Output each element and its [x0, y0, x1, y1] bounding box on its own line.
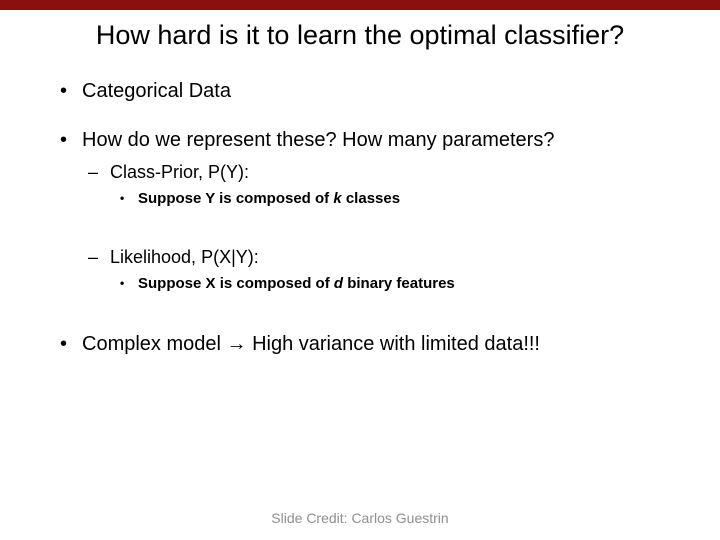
text-fragment: Suppose — [138, 275, 206, 292]
text-fragment: classes — [342, 190, 400, 207]
bold-x: X — [206, 275, 216, 292]
text-fragment: Suppose Y is composed of — [138, 190, 333, 207]
arrow-icon: → — [227, 333, 247, 355]
bullet-text: How do we represent these? How many para… — [82, 129, 554, 151]
italic-k: k — [333, 190, 341, 207]
sub-bullet-text: Likelihood, P(X|Y): — [110, 247, 259, 267]
slide-content: Categorical Data How do we represent the… — [0, 51, 720, 357]
sub-bullet-likelihood: Likelihood, P(X|Y): Suppose X is compose… — [82, 246, 664, 293]
subsub-bullet-list: Suppose Y is composed of k classes — [110, 190, 664, 209]
slide-title: How hard is it to learn the optimal clas… — [0, 20, 720, 51]
bullet-list: Categorical Data How do we represent the… — [56, 79, 664, 357]
subsub-bullet-k-classes: Suppose Y is composed of k classes — [110, 190, 664, 209]
text-fragment: High variance with limited data!!! — [247, 333, 540, 355]
sub-bullet-list: Class-Prior, P(Y): Suppose Y is composed… — [82, 161, 664, 294]
bullet-text: Categorical Data — [82, 80, 231, 102]
slide-credit: Slide Credit: Carlos Guestrin — [0, 510, 720, 526]
text-fragment: is composed of — [216, 275, 334, 292]
slide: How hard is it to learn the optimal clas… — [0, 0, 720, 540]
sub-bullet-class-prior: Class-Prior, P(Y): Suppose Y is composed… — [82, 161, 664, 208]
subsub-bullet-list: Suppose X is composed of d binary featur… — [110, 275, 664, 294]
bullet-categorical-data: Categorical Data — [56, 79, 664, 104]
bullet-represent-parameters: How do we represent these? How many para… — [56, 128, 664, 294]
text-fragment: Complex model — [82, 333, 227, 355]
top-accent-bar — [0, 0, 720, 10]
bullet-complex-model: Complex model → High variance with limit… — [56, 332, 664, 357]
sub-bullet-text: Class-Prior, P(Y): — [110, 162, 249, 182]
italic-d: d — [334, 275, 343, 292]
text-fragment: binary features — [343, 275, 455, 292]
subsub-bullet-d-features: Suppose X is composed of d binary featur… — [110, 275, 664, 294]
